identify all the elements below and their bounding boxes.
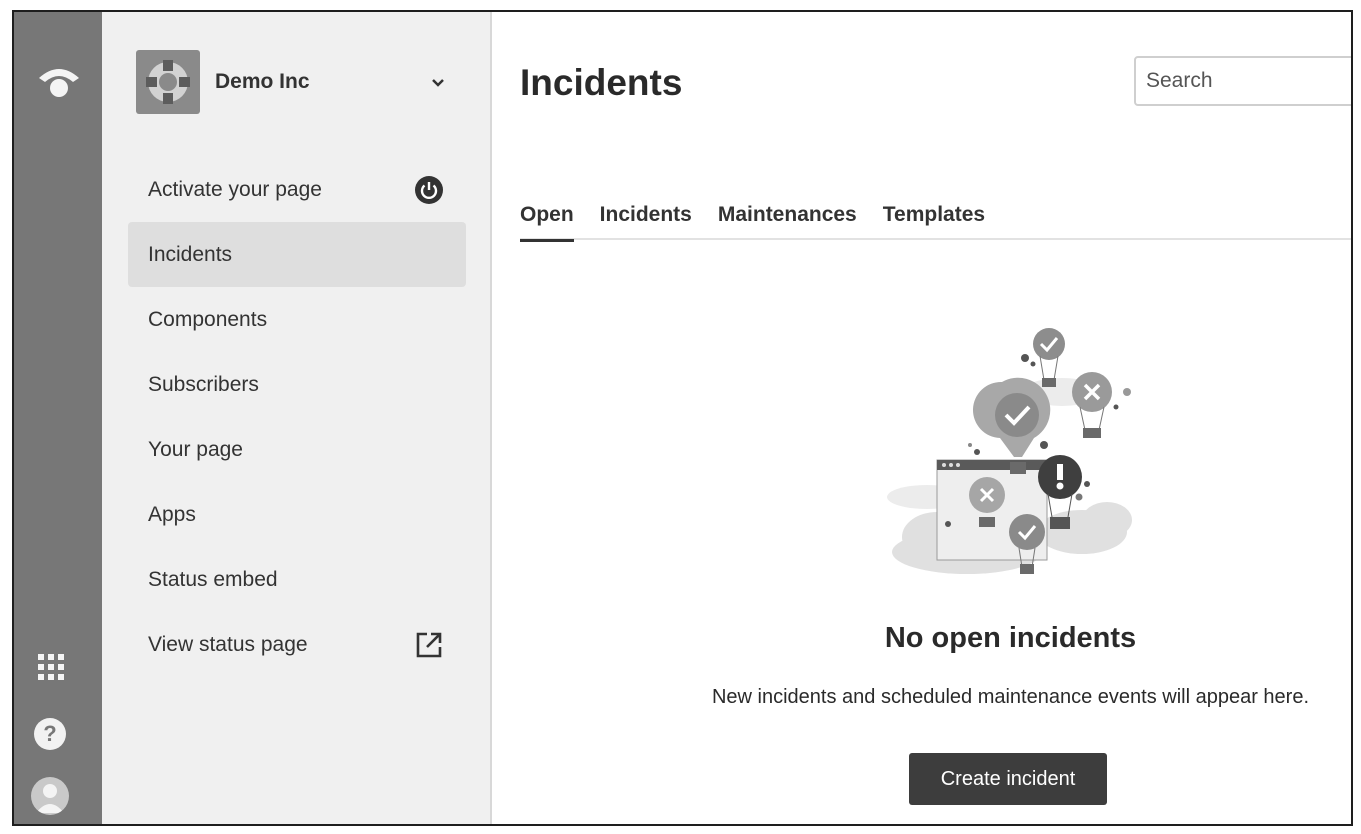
- sidebar-item-activate-your-page[interactable]: Activate your page: [128, 157, 466, 222]
- app-switcher-icon[interactable]: [38, 654, 64, 680]
- external-link-icon[interactable]: [414, 630, 444, 660]
- app-window: ? Demo Inc Activate your page Incidents …: [12, 10, 1353, 826]
- sidebar-item-label: View status page: [148, 632, 308, 656]
- life-ring-icon: [146, 60, 190, 104]
- sidebar-item-your-page[interactable]: Your page: [128, 417, 466, 482]
- page-title: Incidents: [520, 62, 683, 103]
- chevron-down-icon[interactable]: [428, 72, 448, 92]
- sidebar-nav: Activate your page Incidents Components …: [128, 157, 466, 677]
- sidebar-item-label: Incidents: [148, 242, 233, 266]
- incident-tabs: Open Incidents Maintenances Templates: [520, 200, 1351, 242]
- sidebar-item-label: Your page: [148, 437, 243, 461]
- balloon-x: [1072, 372, 1112, 438]
- main-content: Incidents Open Incidents Maintenances Te…: [492, 12, 1351, 824]
- sidebar-item-incidents[interactable]: Incidents: [128, 222, 466, 287]
- sidebar-item-status-embed[interactable]: Status embed: [128, 547, 466, 612]
- statuspage-logo-icon[interactable]: [36, 60, 82, 100]
- power-icon[interactable]: [414, 175, 444, 205]
- tab-templates[interactable]: Templates: [883, 200, 985, 240]
- org-logo: [136, 50, 200, 114]
- global-nav-rail: ?: [14, 12, 102, 824]
- create-incident-button[interactable]: Create incident: [909, 753, 1107, 805]
- sidebar-item-apps[interactable]: Apps: [128, 482, 466, 547]
- sidebar-item-view-status-page[interactable]: View status page: [128, 612, 466, 677]
- hot-air-balloons-illustration: [887, 328, 1132, 574]
- help-icon[interactable]: ?: [34, 718, 66, 750]
- empty-state-description: New incidents and scheduled maintenance …: [711, 686, 1310, 708]
- tab-open[interactable]: Open: [520, 200, 574, 242]
- org-name: Demo Inc: [215, 70, 310, 93]
- sidebar-item-subscribers[interactable]: Subscribers: [128, 352, 466, 417]
- user-avatar-icon[interactable]: [31, 777, 69, 815]
- sidebar-item-components[interactable]: Components: [128, 287, 466, 352]
- user-silhouette-icon: [36, 784, 64, 813]
- sidebar: Demo Inc Activate your page Incidents Co…: [102, 12, 492, 824]
- sidebar-item-label: Status embed: [148, 567, 278, 591]
- tab-incidents[interactable]: Incidents: [600, 200, 692, 240]
- empty-state-title: No open incidents: [884, 622, 1137, 654]
- sidebar-item-label: Apps: [148, 502, 196, 526]
- search-input[interactable]: [1134, 56, 1351, 106]
- sidebar-item-label: Subscribers: [148, 372, 259, 396]
- tab-maintenances[interactable]: Maintenances: [718, 200, 857, 240]
- sidebar-item-label: Components: [148, 307, 268, 331]
- sidebar-item-label: Activate your page: [148, 177, 322, 201]
- org-switcher[interactable]: Demo Inc: [136, 50, 448, 114]
